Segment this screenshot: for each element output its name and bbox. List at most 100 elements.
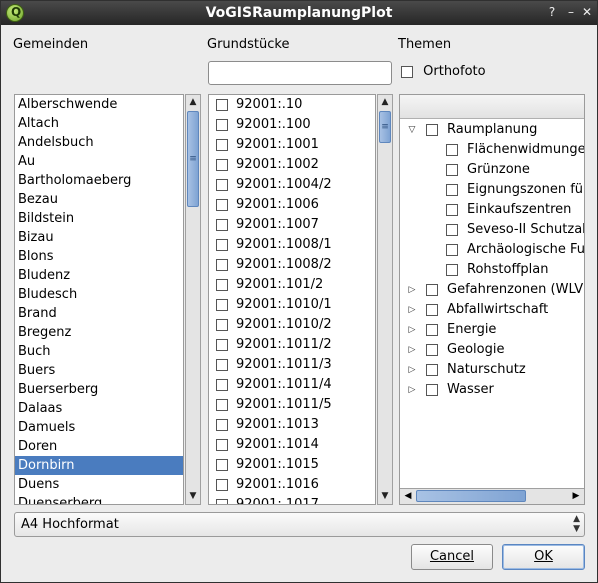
gemeinde-list-item[interactable]: Dalaas (15, 399, 183, 418)
grundstueck-checkbox[interactable] (216, 419, 228, 431)
gemeinden-scroll-thumb[interactable]: ≡ (187, 111, 199, 207)
grundstueck-checkbox[interactable] (216, 119, 228, 131)
tree-group-row[interactable]: ▷ Abfallwirtschaft (400, 300, 584, 320)
grundstueck-checkbox[interactable] (216, 239, 228, 251)
grundstueck-list-item[interactable]: 92001:.1011/3 (209, 355, 375, 375)
grundstueck-checkbox[interactable] (216, 459, 228, 471)
format-combobox[interactable]: A4 Hochformat ▲ ▼ (14, 512, 585, 537)
help-icon[interactable]: ? (545, 4, 559, 20)
grundstueck-list-item[interactable]: 92001:.1008/1 (209, 235, 375, 255)
collapsed-arrow-icon[interactable]: ▷ (407, 320, 417, 340)
grundstueck-list-item[interactable]: 92001:.1011/2 (209, 335, 375, 355)
tree-checkbox[interactable] (446, 184, 458, 196)
gemeinde-list-item[interactable]: Buch (15, 342, 183, 361)
grundstueck-list-item[interactable]: 92001:.1007 (209, 215, 375, 235)
gemeinde-list-item[interactable]: Brand (15, 304, 183, 323)
grundstueck-checkbox[interactable] (216, 479, 228, 491)
grundstueck-list-item[interactable]: 92001:.1011/5 (209, 395, 375, 415)
grundstueck-checkbox[interactable] (216, 259, 228, 271)
orthofoto-checkbox[interactable]: Orthofoto (401, 65, 486, 81)
grundstueck-list-item[interactable]: 92001:.1017 (209, 495, 375, 504)
minimize-icon[interactable]: – (564, 4, 578, 20)
collapsed-arrow-icon[interactable]: ▷ (407, 340, 417, 360)
scroll-up-icon[interactable]: ▲ (186, 95, 200, 110)
grundstuecke-list[interactable]: 92001:.10 92001:.100 92001:.1001 92001:.100… (208, 94, 376, 505)
gemeinde-list-item[interactable]: Doren (15, 437, 183, 456)
gemeinde-list-item[interactable]: Bludenz (15, 266, 183, 285)
collapsed-arrow-icon[interactable]: ▷ (407, 360, 417, 380)
grundstueck-list-item[interactable]: 92001:.1008/2 (209, 255, 375, 275)
tree-layer-row[interactable]: Grünzone (400, 160, 584, 180)
scroll-down-icon[interactable]: ▼ (378, 489, 392, 504)
combo-updown-icon[interactable]: ▲ ▼ (573, 514, 580, 534)
gemeinde-list-item[interactable]: Alberschwende (15, 95, 183, 114)
collapsed-arrow-icon[interactable]: ▷ (407, 380, 417, 400)
tree-layer-row[interactable]: Eignungszonen für (400, 180, 584, 200)
gemeinde-list-item[interactable]: Bludesch (15, 285, 183, 304)
grundstueck-checkbox[interactable] (216, 159, 228, 171)
title-bar[interactable]: Q VoGISRaumplanungPlot ? – ✕ (1, 1, 597, 25)
gemeinde-list-item[interactable]: Bezau (15, 190, 183, 209)
gemeinde-list-item[interactable]: Buers (15, 361, 183, 380)
themen-hscroll-thumb[interactable] (416, 490, 526, 502)
grundstueck-list-item[interactable]: 92001:.1013 (209, 415, 375, 435)
gemeinde-list-item[interactable]: Bizau (15, 228, 183, 247)
gemeinde-list-item[interactable]: Dornbirn (15, 456, 183, 475)
tree-checkbox[interactable] (446, 264, 458, 276)
gemeinde-list-item[interactable]: Altach (15, 114, 183, 133)
grundstueck-list-item[interactable]: 92001:.1014 (209, 435, 375, 455)
gemeinden-scrollbar[interactable]: ▲ ≡ ▼ (185, 94, 201, 505)
tree-checkbox[interactable] (446, 164, 458, 176)
gemeinde-list-item[interactable]: Blons (15, 247, 183, 266)
grundstueck-checkbox[interactable] (216, 179, 228, 191)
collapsed-arrow-icon[interactable]: ▷ (407, 300, 417, 320)
grundstueck-checkbox[interactable] (216, 299, 228, 311)
tree-checkbox[interactable] (426, 304, 438, 316)
grundstueck-list-item[interactable]: 92001:.101/2 (209, 275, 375, 295)
gemeinde-list-item[interactable]: Duenserberg (15, 494, 183, 504)
grundstueck-list-item[interactable]: 92001:.1016 (209, 475, 375, 495)
grundstueck-checkbox[interactable] (216, 439, 228, 451)
tree-layer-row[interactable]: Archäologische Fu (400, 240, 584, 260)
scroll-right-icon[interactable]: ▶ (569, 489, 583, 504)
scroll-left-icon[interactable]: ◀ (401, 489, 415, 504)
tree-group-row[interactable]: ▷ Naturschutz (400, 360, 584, 380)
grundstueck-checkbox[interactable] (216, 319, 228, 331)
grundstueck-list-item[interactable]: 92001:.1015 (209, 455, 375, 475)
gemeinde-list-item[interactable]: Au (15, 152, 183, 171)
grundstueck-checkbox[interactable] (216, 219, 228, 231)
tree-checkbox[interactable] (446, 224, 458, 236)
tree-layer-row[interactable]: Rohstoffplan (400, 260, 584, 280)
gemeinde-list-item[interactable]: Buerserberg (15, 380, 183, 399)
tree-checkbox[interactable] (426, 284, 438, 296)
grundstueck-list-item[interactable]: 92001:.1006 (209, 195, 375, 215)
gemeinde-list-item[interactable]: Andelsbuch (15, 133, 183, 152)
grundstueck-list-item[interactable]: 92001:.1011/4 (209, 375, 375, 395)
tree-checkbox[interactable] (446, 204, 458, 216)
expand-arrow-icon[interactable]: ▽ (407, 120, 417, 140)
gemeinde-list-item[interactable]: Bartholomaeberg (15, 171, 183, 190)
themen-tree[interactable]: ▽ Raumplanung Flächenwidmungen Grünzone Eign… (399, 94, 585, 505)
grundstuecke-scrollbar[interactable]: ▲ ≡ ▼ (377, 94, 393, 505)
grundstueck-checkbox[interactable] (216, 199, 228, 211)
ok-button[interactable]: OK (502, 544, 585, 570)
gemeinde-list-item[interactable]: Bregenz (15, 323, 183, 342)
tree-checkbox[interactable] (426, 324, 438, 336)
close-icon[interactable]: ✕ (580, 4, 594, 20)
grundstuecke-scroll-thumb[interactable]: ≡ (379, 111, 391, 143)
tree-checkbox[interactable] (446, 144, 458, 156)
grundstueck-list-item[interactable]: 92001:.10 (209, 95, 375, 115)
tree-group-row[interactable]: ▽ Raumplanung (400, 120, 584, 140)
tree-checkbox[interactable] (446, 244, 458, 256)
cancel-button[interactable]: Cancel (411, 544, 493, 570)
grundstueck-checkbox[interactable] (216, 379, 228, 391)
grundstueck-checkbox[interactable] (216, 499, 228, 504)
grundstuecke-search-input[interactable] (208, 61, 392, 85)
grundstueck-checkbox[interactable] (216, 339, 228, 351)
tree-group-row[interactable]: ▷ Energie (400, 320, 584, 340)
tree-group-row[interactable]: ▷ Wasser (400, 380, 584, 400)
grundstueck-list-item[interactable]: 92001:.1004/2 (209, 175, 375, 195)
tree-checkbox[interactable] (426, 124, 438, 136)
gemeinde-list-item[interactable]: Damuels (15, 418, 183, 437)
tree-layer-row[interactable]: Flächenwidmungen (400, 140, 584, 160)
